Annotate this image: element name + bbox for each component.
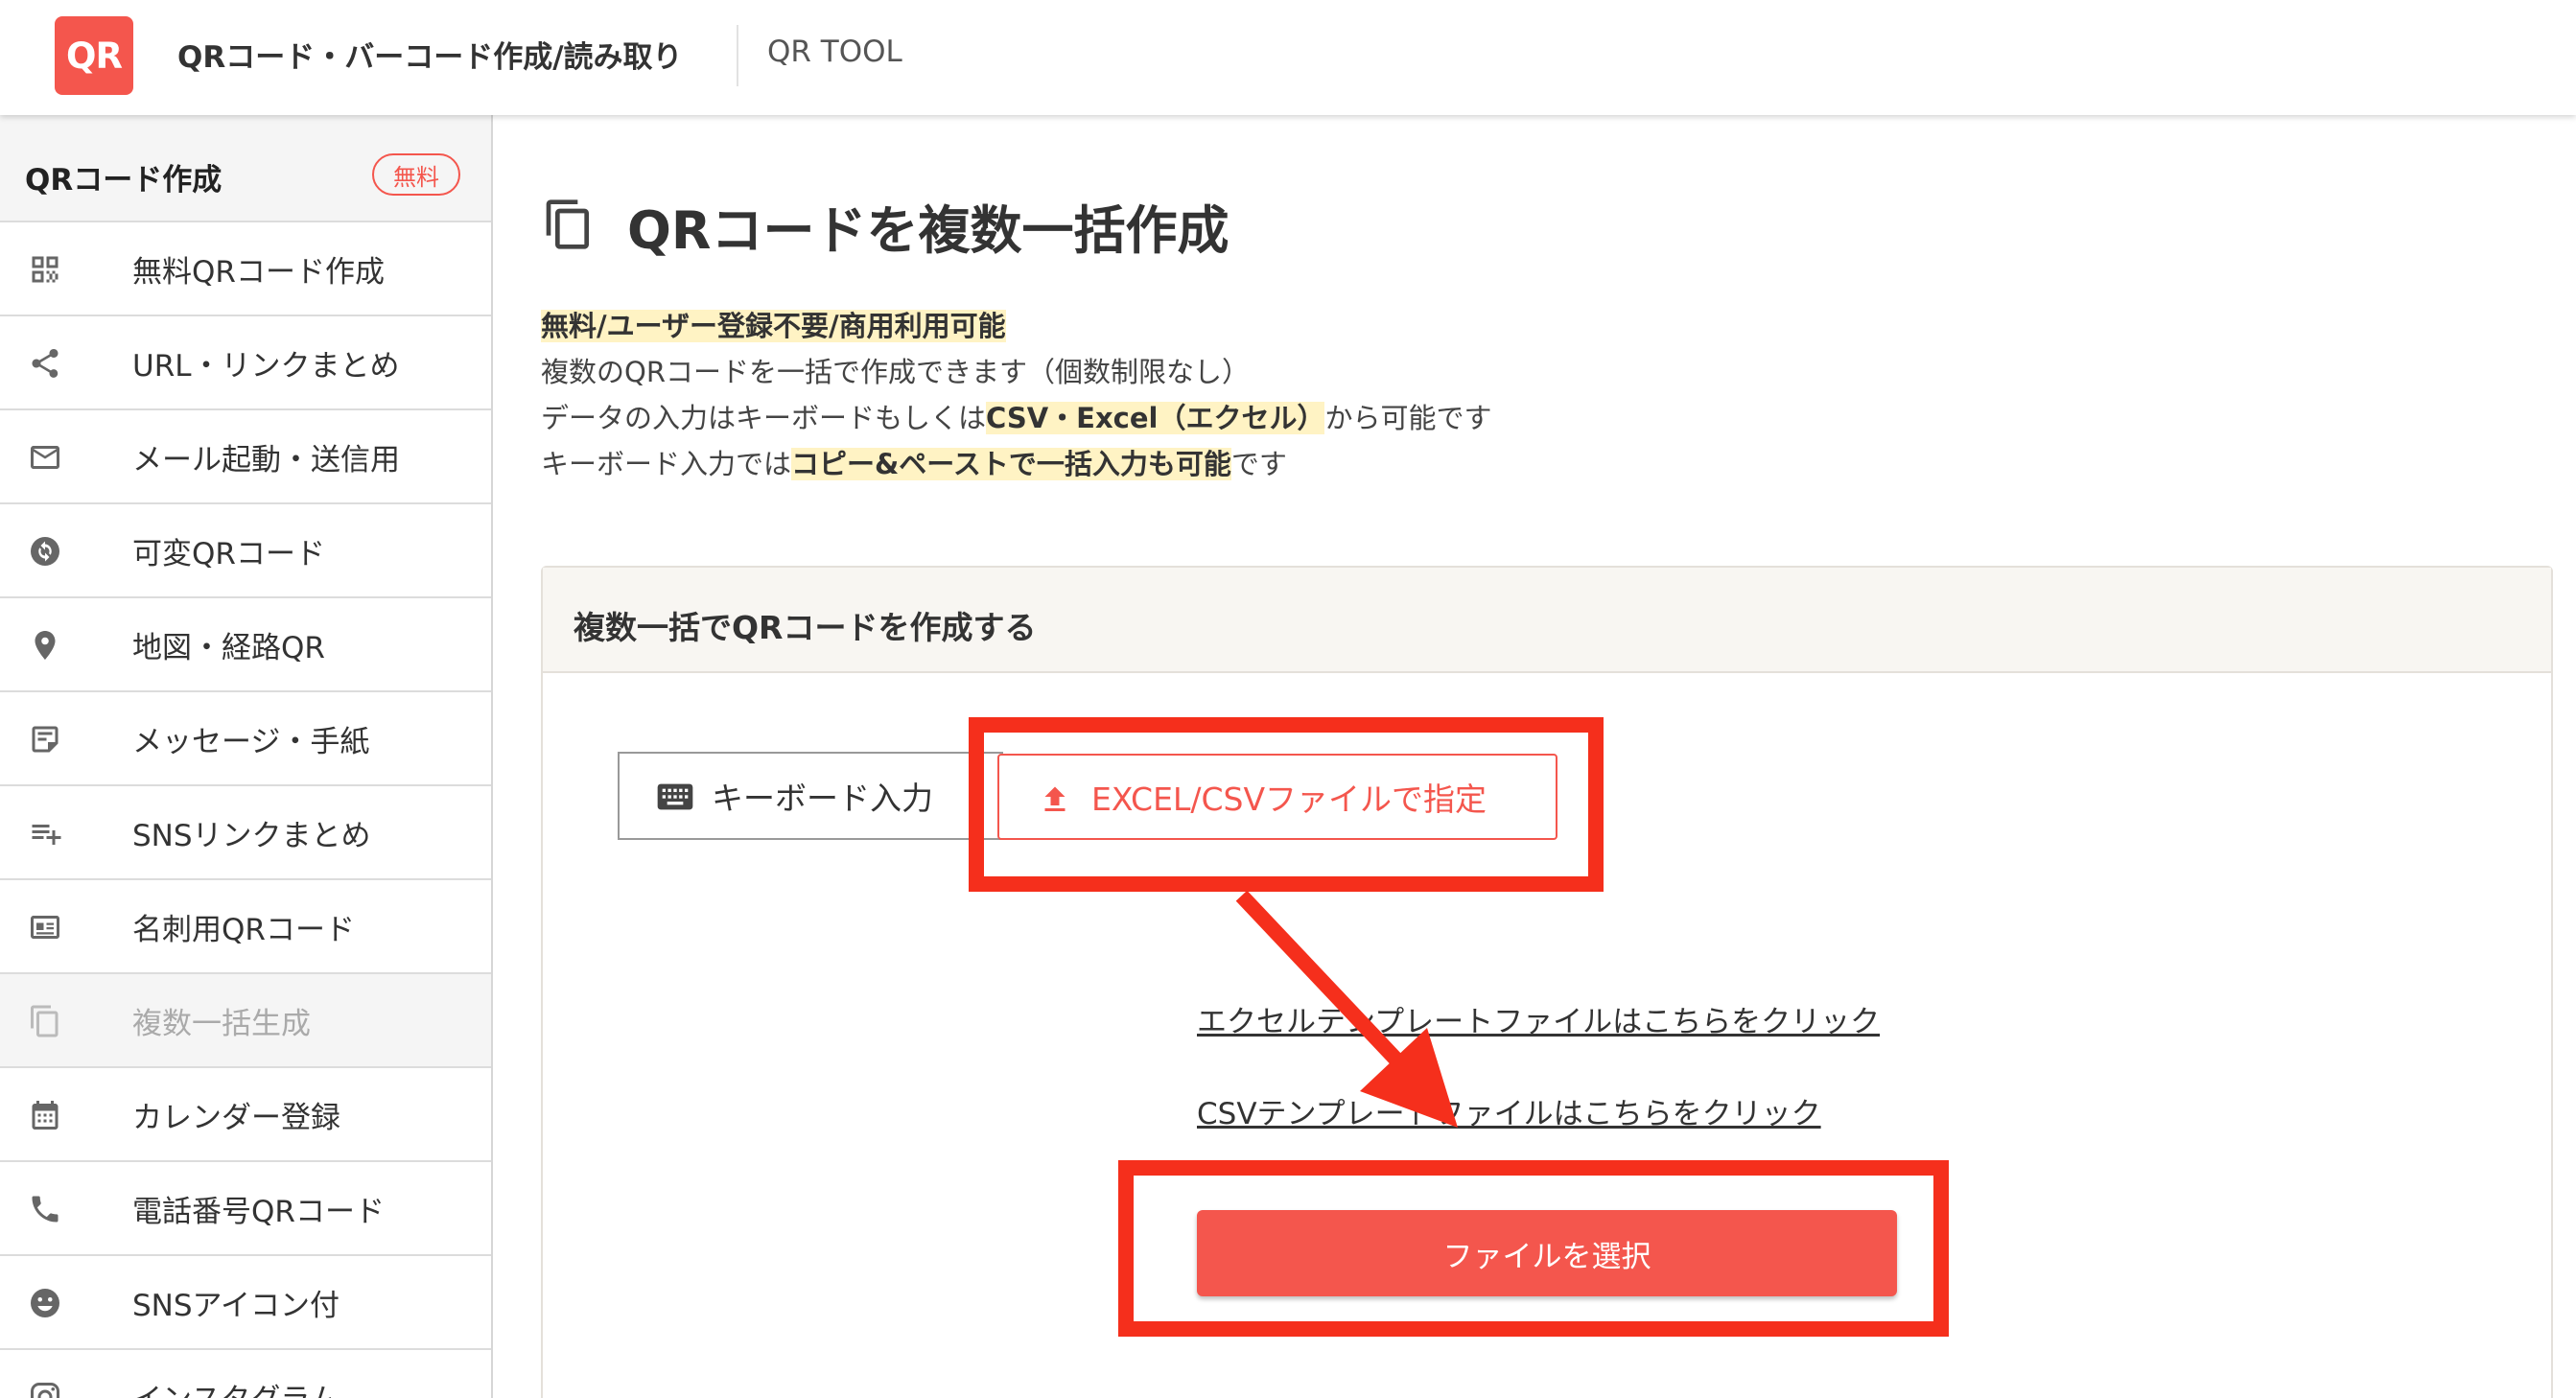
desc-highlight-paste: コピー&ペーストで一括入力も可能 <box>791 448 1231 480</box>
description: 無料/ユーザー登録不要/商用利用可能 複数のQRコードを一括で作成できます（個数… <box>541 303 1492 487</box>
sidebar-item-bulk-generate[interactable]: 複数一括生成 <box>0 974 491 1068</box>
sidebar-item-label: カレンダー登録 <box>132 1100 340 1135</box>
desc-highlight-free: 無料/ユーザー登録不要/商用利用可能 <box>541 310 1006 342</box>
desc-text: キーボード入力では <box>541 448 792 480</box>
id-card-icon <box>27 910 63 944</box>
sidebar: QRコード作成 無料 無料QRコード作成 URL・リンクまとめ メール起動・送信… <box>0 115 493 1398</box>
desc-text: から可能です <box>1324 402 1492 434</box>
panel-title: 複数一括でQRコードを作成する <box>574 609 1037 646</box>
sync-icon <box>27 534 63 569</box>
sidebar-item-label: SNSリンクまとめ <box>132 818 371 853</box>
sidebar-item-label: 地図・経路QR <box>132 630 325 665</box>
copy-icon <box>27 1004 63 1038</box>
note-icon <box>27 722 63 757</box>
desc-line-2: 複数のQRコードを一括で作成できます（個数制限なし） <box>541 356 1250 388</box>
desc-text: です <box>1230 448 1287 480</box>
free-badge: 無料 <box>372 153 460 196</box>
tab-keyboard-input[interactable]: キーボード入力 <box>618 752 1003 840</box>
sidebar-item-mail[interactable]: メール起動・送信用 <box>0 410 491 504</box>
sidebar-item-label: 名刺用QRコード <box>132 912 355 947</box>
header-subtitle[interactable]: QR TOOL <box>767 35 902 69</box>
sidebar-item-label: 電話番号QRコード <box>132 1194 385 1229</box>
sidebar-item-label: 複数一括生成 <box>132 1006 311 1041</box>
playlist-add-icon <box>27 816 63 850</box>
mail-icon <box>27 440 63 475</box>
sidebar-item-calendar[interactable]: カレンダー登録 <box>0 1068 491 1162</box>
sidebar-section-title: QRコード作成 <box>25 163 222 198</box>
copy-icon <box>542 196 596 257</box>
sidebar-item-variable-qr[interactable]: 可変QRコード <box>0 504 491 598</box>
sidebar-item-phone[interactable]: 電話番号QRコード <box>0 1162 491 1256</box>
desc-text: データの入力はキーボードもしくは <box>541 402 987 434</box>
sidebar-item-free-qr[interactable]: 無料QRコード作成 <box>0 222 491 316</box>
csv-template-link[interactable]: CSVテンプレートファイルはこちらをクリック <box>1197 1089 1821 1132</box>
calendar-icon <box>27 1098 63 1132</box>
header-divider <box>737 25 738 86</box>
sidebar-item-message[interactable]: メッセージ・手紙 <box>0 692 491 786</box>
sidebar-section-header[interactable]: QRコード作成 無料 <box>0 115 491 222</box>
site-title[interactable]: QRコード・バーコード作成/読み取り <box>177 33 683 76</box>
annotation-box-select-button <box>1118 1160 1949 1337</box>
desc-line-4: キーボード入力ではコピー&ペーストで一括入力も可能です <box>541 441 1492 487</box>
share-icon <box>27 346 63 381</box>
sidebar-item-label: インスタグラム <box>132 1375 339 1398</box>
sidebar-item-label: SNSアイコン付 <box>132 1288 340 1323</box>
sidebar-item-sns-icon[interactable]: SNSアイコン付 <box>0 1256 491 1350</box>
qr-code-icon <box>27 252 63 287</box>
sidebar-item-label: メール起動・送信用 <box>132 442 400 478</box>
sidebar-item-business-card[interactable]: 名刺用QRコード <box>0 880 491 974</box>
tab-keyboard-label: キーボード入力 <box>712 780 933 817</box>
page-title: QRコードを複数一括作成 <box>627 200 1229 261</box>
smiley-icon <box>27 1286 63 1320</box>
site-logo[interactable]: QR <box>55 16 133 95</box>
excel-template-link[interactable]: エクセルテンプレートファイルはこちらをクリック <box>1197 997 1880 1040</box>
map-pin-icon <box>27 628 63 663</box>
sidebar-item-label: 可変QRコード <box>132 536 325 571</box>
keyboard-icon <box>656 781 694 817</box>
top-header: QR QRコード・バーコード作成/読み取り QR TOOL <box>0 0 2576 115</box>
sidebar-item-map[interactable]: 地図・経路QR <box>0 598 491 692</box>
annotation-box-csv-tab <box>969 717 1604 892</box>
phone-icon <box>27 1192 63 1226</box>
sidebar-item-label: 無料QRコード作成 <box>132 254 385 290</box>
panel-header: 複数一括でQRコードを作成する <box>543 568 2551 673</box>
sidebar-item-label: メッセージ・手紙 <box>132 724 370 759</box>
sidebar-item-label: URL・リンクまとめ <box>132 348 400 384</box>
sidebar-item-sns-links[interactable]: SNSリンクまとめ <box>0 786 491 880</box>
desc-line-3: データの入力はキーボードもしくはCSV・Excel（エクセル）から可能です <box>541 395 1492 441</box>
instagram-icon <box>27 1380 63 1398</box>
sidebar-item-instagram[interactable]: インスタグラム <box>0 1350 491 1398</box>
sidebar-item-url-links[interactable]: URL・リンクまとめ <box>0 316 491 410</box>
desc-highlight-csv: CSV・Excel（エクセル） <box>986 402 1325 434</box>
